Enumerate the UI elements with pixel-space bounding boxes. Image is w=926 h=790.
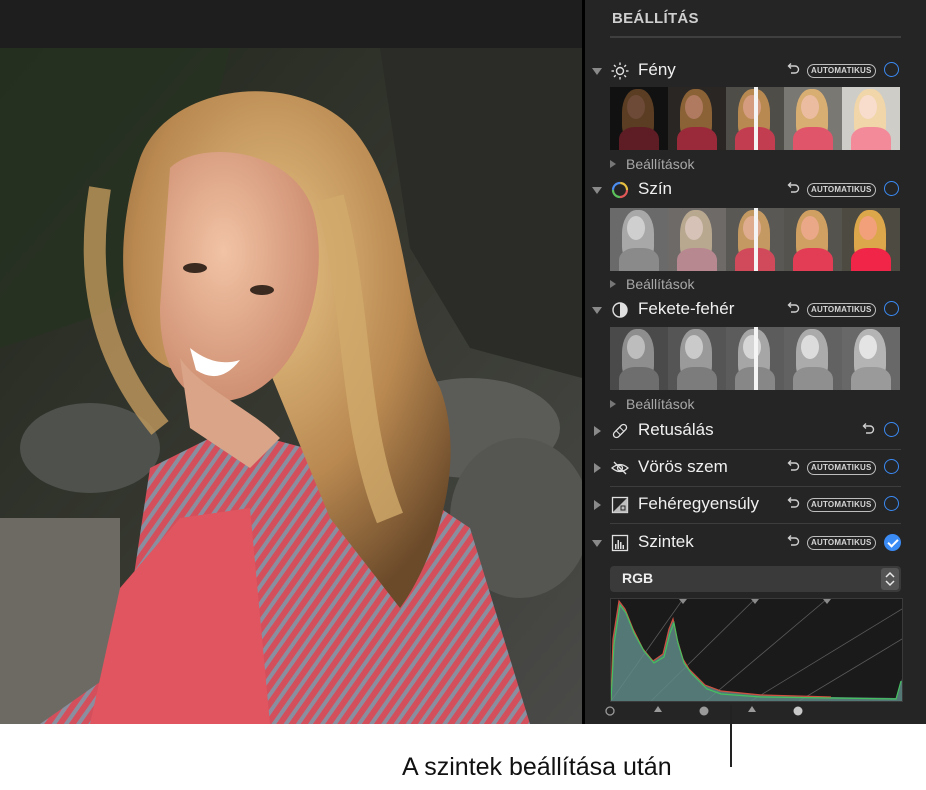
- section-label: Fehéregyensúly: [638, 494, 759, 513]
- thumbnail-slider-handle[interactable]: [754, 208, 758, 271]
- panel-title-underline: [610, 36, 901, 38]
- highlight-handle: [748, 706, 756, 712]
- light-thumbnail-strip[interactable]: [610, 87, 900, 150]
- thumbnail: [610, 327, 668, 390]
- levels-histogram[interactable]: [610, 598, 903, 702]
- thumbnail: [668, 327, 726, 390]
- section-separator: [610, 486, 901, 487]
- disclosure-triangle-icon: [610, 400, 616, 408]
- section-white-balance[interactable]: Fehéregyensúly AUTOMATIKUS: [592, 490, 902, 520]
- undo-icon[interactable]: [785, 300, 801, 316]
- auto-button[interactable]: AUTOMATIKUS: [807, 498, 876, 512]
- half-circle-icon: [612, 302, 628, 318]
- thumbnail: [842, 87, 900, 150]
- white-balance-icon: [611, 496, 629, 514]
- panel-title: BEÁLLÍTÁS: [612, 10, 699, 27]
- enable-toggle[interactable]: [884, 496, 899, 511]
- options-label: Beállítások: [626, 156, 695, 172]
- thumbnail: [784, 327, 842, 390]
- thumbnail: [668, 208, 726, 271]
- shadow-handle: [654, 706, 662, 712]
- adjustments-panel: BEÁLLÍTÁS Fény AUTOMATIKUS Beállítások S…: [585, 0, 926, 724]
- disclosure-triangle-icon[interactable]: [594, 463, 601, 473]
- disclosure-triangle-icon[interactable]: [594, 426, 601, 436]
- thumbnail: [842, 327, 900, 390]
- thumbnail-slider-handle[interactable]: [754, 327, 758, 390]
- auto-button[interactable]: AUTOMATIKUS: [807, 183, 876, 197]
- section-color[interactable]: Szín AUTOMATIKUS: [592, 175, 902, 205]
- levels-handles[interactable]: [604, 702, 804, 720]
- enable-toggle[interactable]: [884, 459, 899, 474]
- enable-toggle[interactable]: [884, 62, 899, 77]
- section-retouch[interactable]: Retusálás: [592, 416, 902, 446]
- channel-select[interactable]: RGB: [610, 566, 901, 592]
- white-point-handle: [793, 706, 803, 716]
- section-light[interactable]: Fény AUTOMATIKUS: [592, 56, 902, 86]
- disclosure-triangle-icon[interactable]: [592, 540, 602, 547]
- enable-toggle[interactable]: [884, 181, 899, 196]
- disclosure-triangle-icon: [610, 280, 616, 288]
- disclosure-triangle-icon[interactable]: [592, 68, 602, 75]
- photos-edit-window: BEÁLLÍTÁS Fény AUTOMATIKUS Beállítások S…: [0, 0, 926, 724]
- undo-icon[interactable]: [785, 61, 801, 77]
- eye-slash-icon: [611, 461, 629, 475]
- enable-toggle[interactable]: [884, 422, 899, 437]
- thumbnail-slider-handle[interactable]: [754, 87, 758, 150]
- auto-button[interactable]: AUTOMATIKUS: [807, 303, 876, 317]
- color-thumbnail-strip[interactable]: [610, 208, 900, 271]
- histogram-graph: [610, 598, 903, 702]
- disclosure-triangle-icon[interactable]: [594, 500, 601, 510]
- section-label: Fekete-fehér: [638, 299, 735, 318]
- section-black-white[interactable]: Fekete-fehér AUTOMATIKUS: [592, 295, 902, 325]
- undo-icon[interactable]: [785, 458, 801, 474]
- section-separator: [610, 449, 901, 450]
- thumbnail: [842, 208, 900, 271]
- undo-icon[interactable]: [785, 180, 801, 196]
- undo-icon[interactable]: [860, 421, 876, 437]
- portrait-image: [0, 48, 582, 724]
- disclosure-triangle-icon[interactable]: [592, 187, 602, 194]
- section-red-eye[interactable]: Vörös szem AUTOMATIKUS: [592, 453, 902, 483]
- thumbnail: [784, 208, 842, 271]
- midtone-handle: [699, 706, 709, 716]
- auto-button[interactable]: AUTOMATIKUS: [807, 536, 876, 550]
- thumbnail: [610, 87, 668, 150]
- options-label: Beállítások: [626, 276, 695, 292]
- color-wheel-icon: [611, 181, 629, 199]
- options-label: Beállítások: [626, 396, 695, 412]
- undo-icon[interactable]: [785, 495, 801, 511]
- bandage-icon: [612, 423, 628, 439]
- disclosure-triangle-icon[interactable]: [592, 307, 602, 314]
- disclosure-triangle-icon: [610, 160, 616, 168]
- select-arrows-icon[interactable]: [881, 568, 899, 590]
- section-label: Vörös szem: [638, 457, 728, 476]
- auto-button[interactable]: AUTOMATIKUS: [807, 64, 876, 78]
- section-levels[interactable]: Szintek AUTOMATIKUS: [592, 528, 902, 558]
- options-disclosure[interactable]: Beállítások: [610, 156, 694, 172]
- thumbnail: [668, 87, 726, 150]
- thumbnail: [610, 208, 668, 271]
- sun-icon: [611, 62, 629, 80]
- section-label: Retusálás: [638, 420, 714, 439]
- channel-select-value: RGB: [622, 570, 654, 586]
- enabled-checkmark-icon[interactable]: [884, 534, 901, 551]
- thumbnail: [784, 87, 842, 150]
- black-white-thumbnail-strip[interactable]: [610, 327, 900, 390]
- enable-toggle[interactable]: [884, 301, 899, 316]
- undo-icon[interactable]: [785, 533, 801, 549]
- auto-button[interactable]: AUTOMATIKUS: [807, 461, 876, 475]
- section-separator: [610, 523, 901, 524]
- options-disclosure[interactable]: Beállítások: [610, 396, 694, 412]
- options-disclosure[interactable]: Beállítások: [610, 276, 694, 292]
- section-label: Szín: [638, 179, 673, 198]
- black-point-handle: [605, 706, 615, 716]
- photo-toolbar-area: [0, 0, 582, 48]
- levels-icon: [611, 534, 629, 552]
- section-label: Szintek: [638, 532, 694, 551]
- section-label: Fény: [638, 60, 676, 79]
- figure-caption: A szintek beállítása után: [402, 753, 672, 781]
- caption-pointer-line: [730, 705, 732, 767]
- edited-photo: [0, 48, 582, 724]
